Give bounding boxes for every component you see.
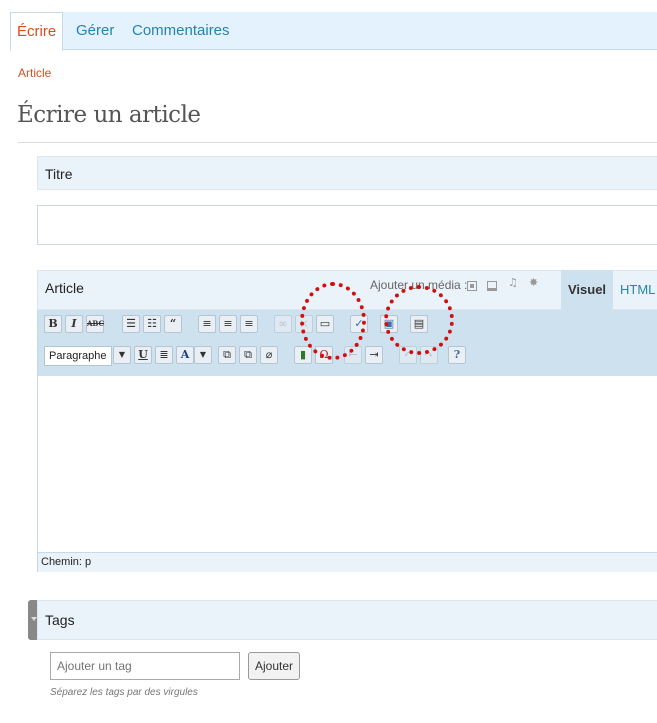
- text-color-icon[interactable]: A: [176, 346, 194, 364]
- bold-button[interactable]: B: [44, 315, 62, 333]
- divider: [18, 142, 657, 143]
- tab-html[interactable]: HTML: [620, 270, 655, 310]
- media-icon[interactable]: ✸: [529, 276, 538, 289]
- align-right-button[interactable]: ≡: [240, 315, 258, 333]
- titre-label: Titre: [45, 166, 73, 182]
- align-center-button[interactable]: ≡: [219, 315, 237, 333]
- numbered-list-button[interactable]: ☷: [143, 315, 161, 333]
- titre-box-header: Titre: [37, 156, 657, 190]
- editor-status-bar: Chemin: p: [37, 552, 657, 572]
- format-select[interactable]: Paragraphe: [44, 346, 112, 366]
- strikethrough-button[interactable]: ABC: [86, 315, 104, 333]
- article-label: Article: [45, 280, 84, 296]
- page-title: Écrire un article: [17, 102, 201, 128]
- italic-button[interactable]: I: [65, 315, 83, 333]
- audio-icon[interactable]: ♫: [508, 276, 518, 289]
- highlight-circle: [300, 282, 366, 360]
- video-icon[interactable]: [487, 281, 497, 291]
- tab-visuel[interactable]: Visuel: [561, 270, 613, 310]
- title-input[interactable]: [37, 205, 657, 245]
- add-tag-button[interactable]: Ajouter: [248, 652, 300, 680]
- align-left-button[interactable]: ≡: [198, 315, 216, 333]
- tags-hint: Séparez les tags par des virgules: [50, 687, 198, 698]
- justify-button[interactable]: ≣: [155, 346, 173, 364]
- editor-area[interactable]: [37, 376, 657, 552]
- blockquote-button[interactable]: “: [164, 315, 182, 333]
- subnav-article[interactable]: Article: [18, 66, 51, 80]
- paste-text-icon[interactable]: ⧉: [218, 346, 236, 364]
- tags-label: Tags: [45, 612, 75, 628]
- link-icon[interactable]: ∞: [274, 315, 292, 333]
- tag-input[interactable]: [50, 652, 240, 680]
- main-tabs: Écrire Gérer Commentaires: [10, 12, 657, 51]
- image-icon[interactable]: [467, 281, 477, 291]
- bullet-list-button[interactable]: ☰: [122, 315, 140, 333]
- indent-icon[interactable]: ⇥: [365, 346, 383, 364]
- text-color-dropdown-icon[interactable]: ▼: [194, 346, 212, 364]
- tab-ecrire[interactable]: Écrire: [10, 12, 64, 51]
- highlight-circle: [384, 285, 454, 355]
- paste-word-icon[interactable]: ⧉: [239, 346, 257, 364]
- underline-button[interactable]: U: [134, 346, 152, 364]
- remove-format-icon[interactable]: ⌀: [260, 346, 278, 364]
- tab-commentaires[interactable]: Commentaires: [132, 12, 230, 50]
- tab-gerer[interactable]: Gérer: [76, 12, 114, 50]
- status-path: Chemin: p: [41, 556, 92, 568]
- tags-box-header: Tags: [37, 600, 657, 640]
- chevron-down-icon[interactable]: ▼: [113, 346, 131, 364]
- help-icon[interactable]: ?: [448, 346, 466, 364]
